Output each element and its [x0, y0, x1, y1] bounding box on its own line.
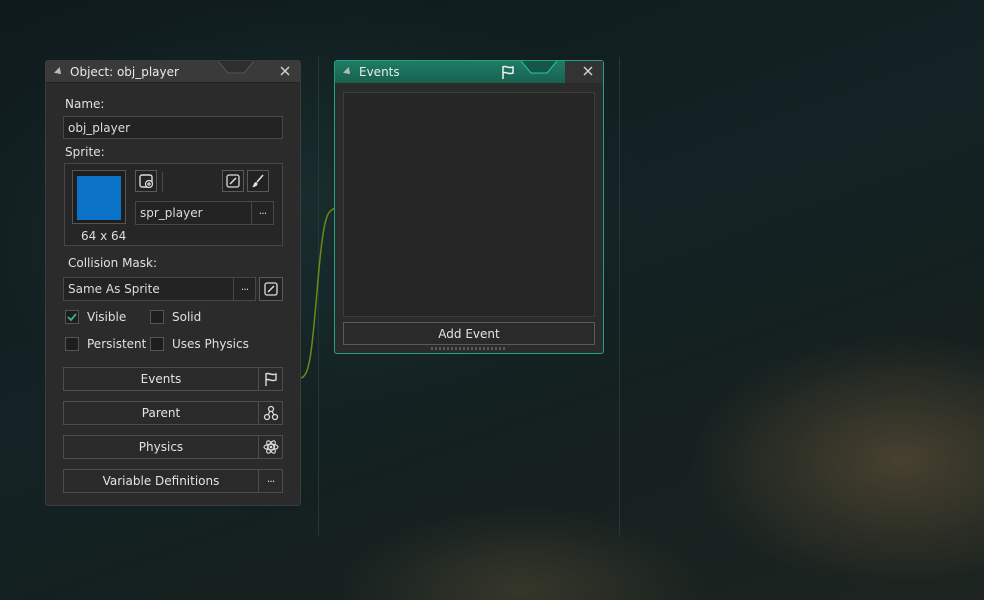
header-notch-icon	[218, 61, 254, 74]
flag-icon	[264, 372, 277, 386]
header-notch-icon	[521, 61, 557, 74]
parent-hierarchy-button[interactable]	[258, 402, 282, 424]
parent-button-label: Parent	[141, 406, 181, 420]
events-flag-button[interactable]	[258, 368, 282, 390]
brush-icon	[252, 174, 264, 187]
events-panel: Events Add Event	[334, 60, 604, 354]
persistent-label: Persistent	[87, 337, 147, 351]
close-icon[interactable]	[581, 64, 595, 78]
visible-label: Visible	[87, 310, 127, 324]
add-event-button[interactable]: Add Event	[343, 322, 595, 345]
checkmark-icon	[67, 313, 77, 322]
connector-line	[299, 207, 336, 379]
solid-label: Solid	[172, 310, 202, 324]
object-panel-title: Object: obj_player	[70, 64, 179, 79]
parent-button[interactable]: Parent	[63, 401, 283, 425]
events-panel-title: Events	[359, 65, 400, 79]
new-sprite-icon	[139, 174, 154, 189]
edit-mask-button[interactable]	[259, 277, 283, 301]
collision-mask-select[interactable]: Same As Sprite ···	[63, 277, 256, 301]
paint-sprite-button[interactable]	[247, 170, 269, 192]
hierarchy-icon	[263, 405, 278, 421]
sprite-preview[interactable]	[72, 170, 126, 224]
visible-checkbox[interactable]	[65, 310, 79, 324]
sprite-select[interactable]: spr_player ···	[135, 201, 274, 225]
sprite-browse-button[interactable]: ···	[251, 202, 273, 224]
events-panel-header[interactable]: Events	[335, 61, 603, 83]
events-button-label: Events	[140, 372, 182, 386]
events-button[interactable]: Events	[63, 367, 283, 391]
collapse-icon[interactable]	[343, 67, 353, 77]
sprite-size: 64 x 64	[81, 229, 127, 243]
resize-grip[interactable]	[431, 347, 507, 350]
name-label: Name:	[65, 97, 105, 111]
variable-definitions-button[interactable]: Variable Definitions ···	[63, 469, 283, 493]
edit-image-icon	[226, 174, 240, 188]
persistent-checkbox[interactable]	[65, 337, 79, 351]
object-editor-panel: Object: obj_player Name: obj_player Spri…	[45, 60, 301, 506]
collapse-icon[interactable]	[54, 66, 64, 77]
physics-button[interactable]: Physics	[63, 435, 283, 459]
close-icon[interactable]	[278, 64, 292, 78]
solid-checkbox[interactable]	[150, 310, 164, 324]
variable-definitions-more-button[interactable]: ···	[258, 470, 282, 492]
uses-physics-label: Uses Physics	[172, 337, 249, 351]
flag-icon	[502, 65, 514, 79]
atom-icon	[262, 440, 279, 454]
collision-mask-value: Same As Sprite	[68, 282, 160, 296]
sprite-select-value: spr_player	[140, 206, 203, 220]
sprite-group: 64 x 64 spr_player ···	[64, 163, 283, 246]
physics-settings-button[interactable]	[258, 436, 282, 458]
object-panel-header[interactable]: Object: obj_player	[46, 61, 300, 83]
sprite-label: Sprite:	[65, 145, 105, 159]
edit-image-icon	[264, 282, 278, 296]
name-input[interactable]: obj_player	[63, 116, 283, 139]
variable-definitions-label: Variable Definitions	[102, 474, 220, 488]
collision-mask-label: Collision Mask:	[68, 256, 158, 270]
uses-physics-checkbox[interactable]	[150, 337, 164, 351]
workspace-divider	[619, 57, 620, 535]
collision-mask-browse-button[interactable]: ···	[233, 278, 255, 300]
new-sprite-button[interactable]	[135, 170, 157, 192]
edit-sprite-button[interactable]	[222, 170, 244, 192]
physics-button-label: Physics	[138, 440, 184, 454]
events-list[interactable]	[343, 92, 595, 317]
sprite-image	[77, 176, 121, 220]
